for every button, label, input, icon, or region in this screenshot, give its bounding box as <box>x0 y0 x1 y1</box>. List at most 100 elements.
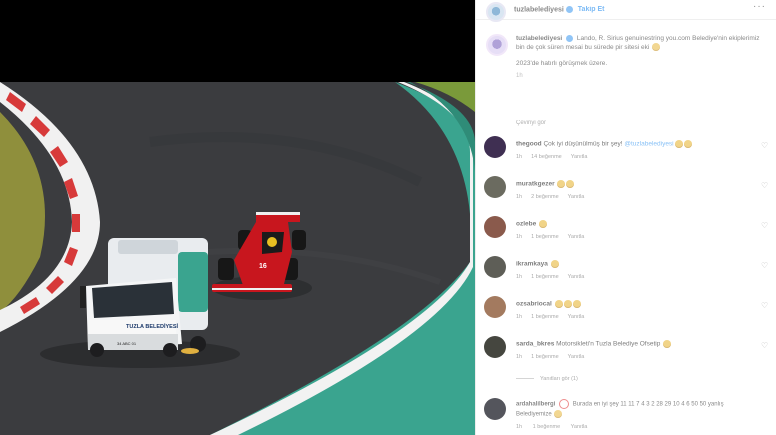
comment-text: sarda_bkres Motorsikleti'n Tuzla Belediy… <box>516 340 672 348</box>
comment-text: ozsabriocal <box>516 300 581 308</box>
comment-likes[interactable]: 2 beğenme <box>531 194 559 200</box>
comment-item: ikramkaya 1h 1 beğenme Yanıtla ♡ <box>484 252 769 292</box>
replies-divider <box>516 378 534 380</box>
comment-username[interactable]: muratkgezer <box>516 181 555 188</box>
truck-label: TUZLA BELEDİYESİ <box>126 323 179 330</box>
comment-text: ozlebe <box>516 220 548 228</box>
more-horizontal-icon[interactable]: ··· <box>753 1 766 12</box>
verified-badge-icon <box>565 5 573 13</box>
follow-button[interactable]: Takip Et <box>578 6 605 13</box>
reply-button[interactable]: Yanıtla <box>571 424 588 430</box>
comment-avatar[interactable] <box>484 256 506 278</box>
comment-body: Çok iyi düşünülmüş bir şey! <box>543 140 623 148</box>
caption-username[interactable]: tuzlabelediyesi <box>516 35 562 42</box>
comment-item: ozlebe 1h 1 beğenme Yanıtla ♡ <box>484 212 769 252</box>
comment-username[interactable]: ozsabriocal <box>516 301 552 308</box>
post-photo[interactable]: TUZLA BELEDİYESİ 34 ABC 01 16 <box>0 82 475 435</box>
emoji-icon <box>539 220 548 228</box>
heart-icon[interactable]: ♡ <box>761 342 769 350</box>
verified-badge-icon <box>566 34 574 42</box>
comment-time: 1h <box>516 274 523 280</box>
comment-time: 1h <box>516 354 523 360</box>
comment-username[interactable]: ardahalilbergi <box>516 402 555 408</box>
comment-meta: 1h 1 beğenme Yanıtla <box>516 234 593 240</box>
heart-icon[interactable]: ♡ <box>761 182 769 190</box>
reply-button[interactable]: Yanıtla <box>568 234 585 240</box>
comment-username[interactable]: sarda_bkres <box>516 341 554 348</box>
emoji-icon <box>652 43 661 52</box>
heart-icon[interactable]: ♡ <box>761 302 769 310</box>
comment-username[interactable]: ikramkaya <box>516 261 548 268</box>
comment-meta: 1h 2 beğenme Yanıtla <box>516 194 593 200</box>
comment-likes[interactable]: 1 beğenme <box>533 424 561 430</box>
comment-meta: 1h 1 beğenme Yanıtla <box>516 274 593 280</box>
comment-text: thegood Çok iyi düşünülmüş bir şey! @tuz… <box>516 140 692 148</box>
comment-avatar[interactable] <box>484 216 506 238</box>
emoji-icon <box>663 340 672 348</box>
emoji-icon <box>572 300 581 308</box>
comment-meta: 1h 14 beğenme Yanıtla <box>516 154 596 160</box>
heart-icon[interactable]: ♡ <box>761 222 769 230</box>
comment-body: Motorsikleti'n Tuzla Belediye Ofsetip <box>556 340 661 348</box>
comment-likes[interactable]: 1 beğenme <box>531 354 559 360</box>
comment-time: 1h <box>516 234 523 240</box>
truck-plate: 34 ABC 01 <box>117 341 137 346</box>
comment-avatar[interactable] <box>484 176 506 198</box>
comment-text: ardahalilbergi Burada en iyi şey 11 11 7… <box>516 399 744 419</box>
heart-icon[interactable]: ♡ <box>761 262 769 270</box>
comment-item: sarda_bkres Motorsikleti'n Tuzla Belediy… <box>484 332 769 372</box>
post-caption: tuzlabelediyesi Lando, R. Sirius genuine… <box>486 34 766 81</box>
caption-avatar[interactable] <box>486 34 508 56</box>
comment-mention[interactable]: @tuzlabelediyesi <box>624 141 673 148</box>
comment-username[interactable]: thegood <box>516 141 542 148</box>
comment-time: 1h <box>516 194 523 200</box>
red-circle-icon <box>559 399 570 409</box>
comment-text: muratkgezer <box>516 180 575 188</box>
post-header: tuzlabelediyesi Takip Et ··· <box>476 0 776 22</box>
comment-likes[interactable]: 1 beğenme <box>531 314 559 320</box>
comment-avatar[interactable] <box>484 136 506 158</box>
caption-text-line2: 2023'de hatırlı görüşmek üzere. <box>516 60 608 67</box>
comment-avatar[interactable] <box>484 296 506 318</box>
comment-item: ozsabriocal 1h 1 beğenme Yanıtla ♡ <box>484 292 769 332</box>
heart-icon[interactable]: ♡ <box>761 142 769 150</box>
emoji-icon <box>563 300 572 308</box>
caption-body: tuzlabelediyesi Lando, R. Sirius genuine… <box>516 34 766 81</box>
emoji-icon <box>566 180 575 188</box>
comment-avatar[interactable] <box>484 398 506 420</box>
translate-link[interactable]: Çeviriyi gör <box>516 120 546 126</box>
header-avatar[interactable] <box>486 1 506 22</box>
comment-meta: 1h 1 beğenme Yanıtla <box>516 424 596 430</box>
race-scene-image: TUZLA BELEDİYESİ 34 ABC 01 16 <box>0 82 475 435</box>
emoji-icon <box>683 140 692 148</box>
caption-time: 1h <box>516 73 523 79</box>
comment-likes[interactable]: 1 beğenme <box>531 234 559 240</box>
comment-meta: 1h 1 beğenme Yanıtla <box>516 354 593 360</box>
comment-avatar[interactable] <box>484 336 506 358</box>
post-panel: tuzlabelediyesi Takip Et ··· tuzlabeledi… <box>475 0 776 435</box>
comment-time: 1h <box>516 154 523 160</box>
comment-meta: 1h 1 beğenme Yanıtla <box>516 314 593 320</box>
emoji-icon <box>554 409 563 418</box>
comment-username[interactable]: ozlebe <box>516 221 536 228</box>
reply-button[interactable]: Yanıtla <box>568 274 585 280</box>
reply-button[interactable]: Yanıtla <box>568 354 585 360</box>
comment-likes[interactable]: 1 beğenme <box>531 274 559 280</box>
reply-button[interactable]: Yanıtla <box>571 154 588 160</box>
emoji-icon <box>550 260 559 268</box>
comment-item: ardahalilbergi Burada en iyi şey 11 11 7… <box>484 396 769 435</box>
comment-body: Burada en iyi şey 11 11 7 4 3 2 28 29 10… <box>572 401 707 408</box>
comment-likes[interactable]: 14 beğenme <box>531 154 562 160</box>
comment-item: muratkgezer 1h 2 beğenme Yanıtla ♡ <box>484 172 769 212</box>
emoji-icon <box>557 180 566 188</box>
comment-time: 1h <box>516 314 523 320</box>
comment-text: ikramkaya <box>516 260 559 268</box>
comment-item: thegood Çok iyi düşünülmüş bir şey! @tuz… <box>484 132 769 172</box>
comments-list: thegood Çok iyi düşünülmüş bir şey! @tuz… <box>484 132 769 372</box>
reply-button[interactable]: Yanıtla <box>568 194 585 200</box>
comment-time: 1h <box>516 424 523 430</box>
header-username[interactable]: tuzlabelediyesi <box>514 5 575 13</box>
view-replies-link[interactable]: Yanıtları gör (1) <box>516 376 578 382</box>
reply-button[interactable]: Yanıtla <box>568 314 585 320</box>
emoji-icon <box>674 140 683 148</box>
